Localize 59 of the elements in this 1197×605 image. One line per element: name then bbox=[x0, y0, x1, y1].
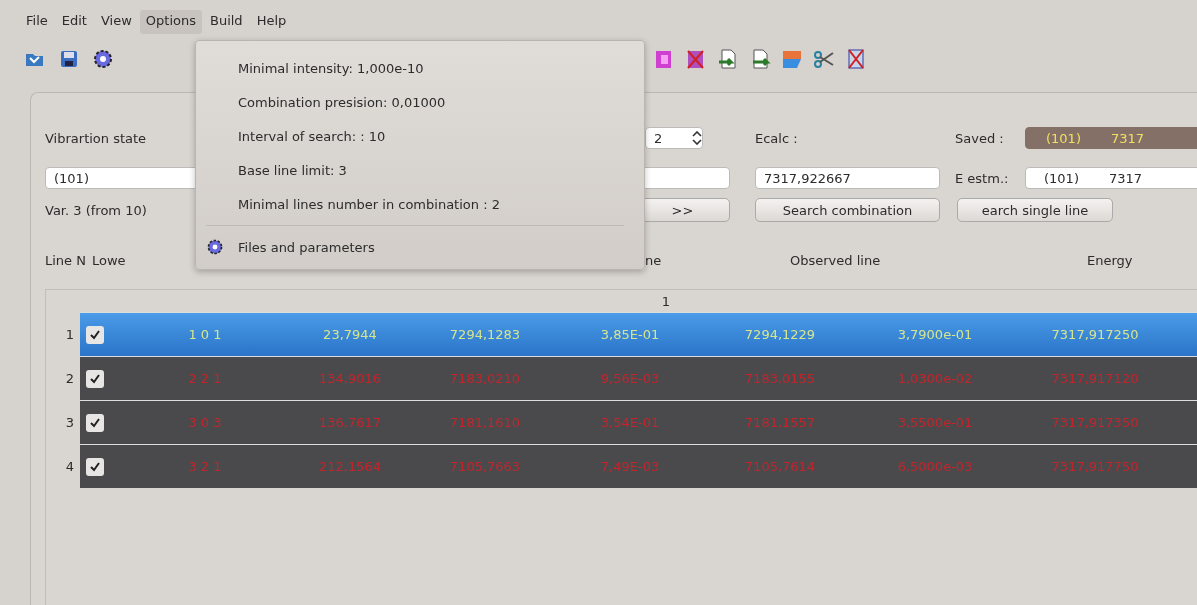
saved-label: Saved : bbox=[955, 130, 1005, 146]
estimate-label: E estm.: bbox=[955, 170, 1010, 186]
menu-item[interactable]: File bbox=[20, 10, 54, 34]
table-cell-text: 9,56E-03 bbox=[599, 371, 661, 386]
vibration-state-label: Vibrartion state bbox=[45, 130, 148, 146]
table-cell-text: 7183,0210 bbox=[448, 371, 522, 386]
table-cell-text: 3,85E-01 bbox=[599, 327, 661, 342]
table-cell-text: 7317,917250 bbox=[1050, 327, 1140, 342]
table-cell-text: 3 2 1 bbox=[187, 459, 223, 474]
table-cell-text: 134,9016 bbox=[318, 371, 382, 386]
table-cell-text: 7294,1283 bbox=[448, 327, 522, 342]
estimate-field[interactable]: (101) 7317 bbox=[1025, 167, 1197, 189]
menu-item[interactable]: Interval of search: : 10 bbox=[196, 119, 644, 153]
column-header: ne bbox=[645, 253, 663, 270]
column-header: Line N bbox=[45, 253, 87, 270]
row-number: 4 bbox=[65, 458, 74, 474]
ecalc-label: Ecalc : bbox=[755, 130, 799, 146]
table-cell-text: 3 0 3 bbox=[187, 415, 223, 430]
column-header: Observed line bbox=[790, 253, 882, 270]
table-cell-text: 7317,917350 bbox=[1050, 415, 1140, 430]
table-cell-text: 7183,0155 bbox=[743, 371, 817, 386]
menu-item[interactable]: Files and parameters bbox=[196, 230, 644, 264]
table-cell-text: 7317,917120 bbox=[1050, 371, 1140, 386]
table-cell-text: 3,5500e-01 bbox=[896, 415, 974, 430]
table-cell-text: 7105,7614 bbox=[743, 459, 817, 474]
table-cell-text: 2 2 1 bbox=[187, 371, 223, 386]
menu-item[interactable]: Help bbox=[250, 10, 293, 34]
menu-item[interactable]: View bbox=[94, 10, 138, 34]
row-number: 2 bbox=[65, 370, 74, 386]
table-cell-text: 1,0300e-02 bbox=[896, 371, 974, 386]
table-cell-text: 136,7617 bbox=[318, 415, 382, 430]
search-combination-button[interactable]: Search combination bbox=[755, 198, 940, 222]
menu-item[interactable]: Build bbox=[204, 10, 249, 34]
table-cell-text: 23,7944 bbox=[322, 327, 378, 342]
table-cell-text: 7317,917750 bbox=[1050, 459, 1140, 474]
saved-field: (101) 7317 bbox=[1025, 127, 1197, 149]
menu-item[interactable]: Combination presision: 0,01000 bbox=[196, 85, 644, 119]
table-cell-text: 212,1564 bbox=[318, 459, 382, 474]
table-cell-text: 7,49E-03 bbox=[599, 459, 661, 474]
table-cell-text: 1 0 1 bbox=[187, 327, 223, 342]
table-cell-text: 3,7900e-01 bbox=[896, 327, 974, 342]
menu-item[interactable]: Minimal intensity: 1,000e-10 bbox=[196, 51, 644, 85]
menu-item[interactable]: Options bbox=[139, 10, 202, 34]
ecalc-field[interactable]: 7317,922667 bbox=[755, 167, 940, 189]
menu-item[interactable]: Edit bbox=[55, 10, 93, 34]
table-cell-text: 6,5000e-03 bbox=[896, 459, 974, 474]
table-cell-text: 7105,7663 bbox=[448, 459, 522, 474]
table-cell-text: 7181,1610 bbox=[448, 415, 522, 430]
column-header: Energy bbox=[1087, 253, 1134, 270]
search-single-line-button[interactable]: earch single line bbox=[957, 198, 1113, 222]
column-header: Lowe bbox=[92, 253, 127, 270]
table-cell-text: 7181,1557 bbox=[743, 415, 817, 430]
row-number: 3 bbox=[65, 414, 74, 430]
table-cell-text: 3,54E-01 bbox=[599, 415, 661, 430]
row-number: 1 bbox=[65, 326, 74, 342]
table-cell-text: 7294,1229 bbox=[743, 327, 817, 342]
column-header: 1 bbox=[661, 293, 671, 309]
spin-box[interactable]: 2 bbox=[645, 127, 703, 149]
variant-label: Var. 3 (from 10) bbox=[45, 202, 148, 218]
